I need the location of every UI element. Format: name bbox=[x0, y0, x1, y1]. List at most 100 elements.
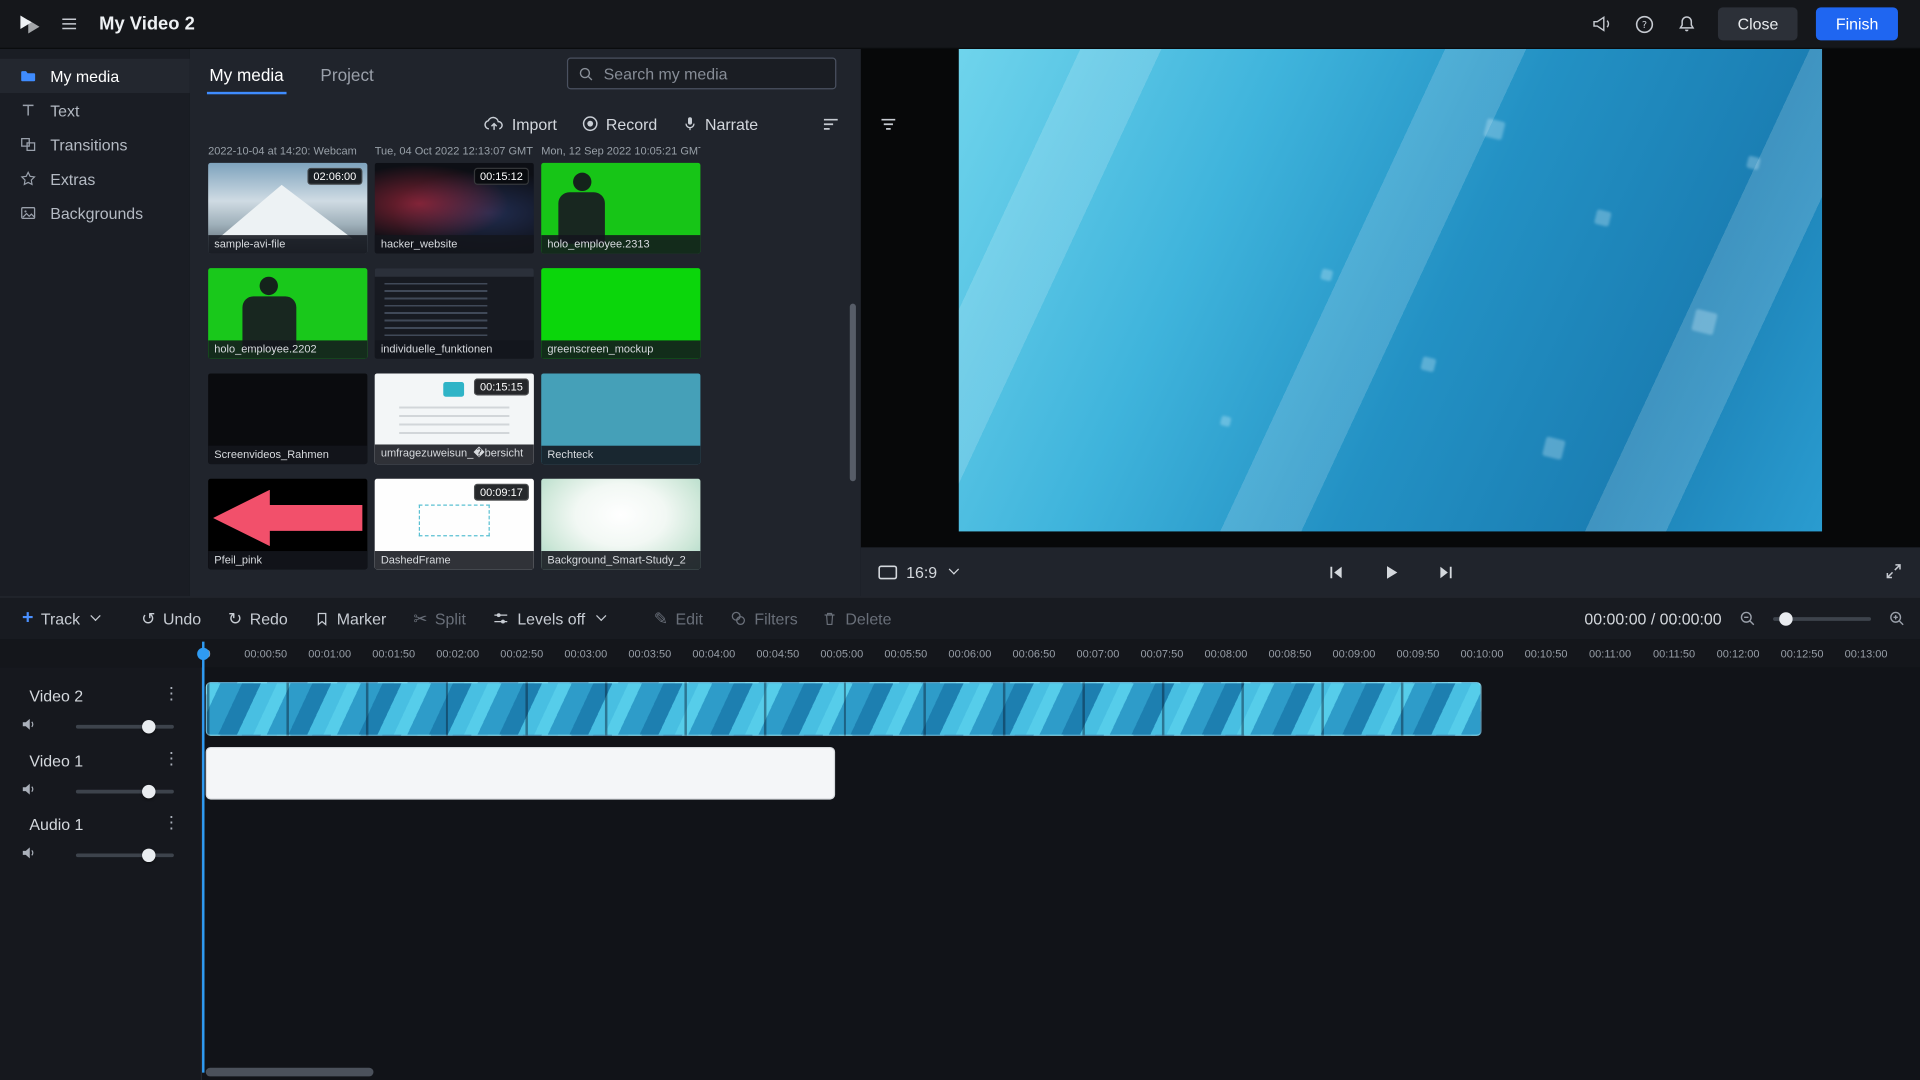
media-item[interactable]: Background_Smart-Study_2 bbox=[541, 479, 700, 570]
speaker-icon[interactable] bbox=[21, 781, 37, 797]
media-item[interactable]: 02:06:00sample-avi-file bbox=[208, 163, 367, 254]
ruler-label: 00:04:00 bbox=[692, 648, 735, 660]
timeline-horizontal-scrollbar[interactable] bbox=[206, 1068, 374, 1077]
sidebar-item-my-media[interactable]: My media bbox=[0, 59, 190, 93]
notifications-bell-icon[interactable] bbox=[1678, 15, 1696, 33]
edit-button[interactable]: ✎ Edit bbox=[654, 609, 703, 627]
clip-video-1[interactable] bbox=[206, 747, 835, 800]
media-search[interactable] bbox=[567, 58, 836, 90]
close-button[interactable]: Close bbox=[1718, 7, 1798, 40]
filters-label: Filters bbox=[754, 609, 797, 627]
track-options-icon[interactable]: ⋮ bbox=[163, 684, 180, 701]
top-bar: My Video 2 ? Close Finish bbox=[0, 0, 1920, 49]
add-track-button[interactable]: + Track bbox=[22, 609, 100, 629]
media-item[interactable]: holo_employee.2202 bbox=[208, 268, 367, 359]
search-input[interactable] bbox=[601, 63, 825, 84]
sparkle bbox=[1220, 415, 1232, 427]
preview-controls: 16:9 bbox=[861, 547, 1920, 596]
group-header: 2022-10-04 at 14:20: Webcam bbox=[208, 144, 367, 156]
zoom-slider[interactable] bbox=[1773, 617, 1871, 621]
split-label: Split bbox=[435, 609, 466, 627]
playhead[interactable] bbox=[202, 642, 204, 1073]
track-options-icon[interactable]: ⋮ bbox=[163, 749, 180, 766]
marker-button[interactable]: Marker bbox=[315, 609, 387, 627]
narrate-button[interactable]: Narrate bbox=[682, 114, 758, 132]
media-item-name: Screenvideos_Rahmen bbox=[208, 446, 367, 464]
zoom-in-icon[interactable] bbox=[1888, 610, 1905, 627]
record-label: Record bbox=[606, 114, 657, 132]
timecode-display: 00:00:00 / 00:00:00 bbox=[1584, 609, 1721, 627]
skip-back-button[interactable] bbox=[1326, 563, 1344, 581]
delete-button[interactable]: Delete bbox=[822, 609, 891, 627]
sidebar-item-label: Backgrounds bbox=[50, 204, 143, 222]
sidebar-item-transitions[interactable]: Transitions bbox=[0, 127, 190, 161]
tab-project[interactable]: Project bbox=[318, 59, 376, 95]
track-options-icon[interactable]: ⋮ bbox=[163, 813, 180, 830]
tab-my-media[interactable]: My media bbox=[207, 59, 286, 95]
media-item[interactable]: Pfeil_pink bbox=[208, 479, 367, 570]
ruler-label: 00:01:50 bbox=[372, 648, 415, 660]
record-button[interactable]: Record bbox=[581, 114, 657, 132]
fullscreen-icon[interactable] bbox=[1884, 562, 1902, 580]
sidebar-item-label: Transitions bbox=[50, 135, 127, 153]
volume-slider-thumb[interactable] bbox=[142, 785, 155, 798]
split-button[interactable]: ✂ Split bbox=[413, 609, 466, 627]
media-item[interactable]: holo_employee.2313 bbox=[541, 163, 700, 254]
media-item-name: sample-avi-file bbox=[208, 235, 367, 253]
media-item-name: holo_employee.2202 bbox=[208, 340, 367, 358]
import-button[interactable]: Import bbox=[484, 114, 557, 132]
undo-label: Undo bbox=[163, 609, 201, 627]
volume-slider-thumb[interactable] bbox=[142, 849, 155, 862]
play-button[interactable] bbox=[1381, 563, 1399, 581]
help-icon[interactable]: ? bbox=[1635, 14, 1655, 34]
media-scrollbar[interactable] bbox=[850, 304, 856, 482]
speaker-icon[interactable] bbox=[21, 716, 37, 732]
ruler-label: 00:11:50 bbox=[1653, 648, 1695, 660]
media-group-headers: 2022-10-04 at 14:20: Webcam Tue, 04 Oct … bbox=[208, 144, 845, 156]
media-item[interactable]: 00:15:15umfragezuweisun_�bersicht bbox=[375, 373, 534, 464]
sidebar-item-text[interactable]: Text bbox=[0, 93, 190, 127]
chevron-down-icon bbox=[596, 611, 606, 621]
sidebar-item-label: Text bbox=[50, 101, 79, 119]
ruler-label: 00:10:50 bbox=[1525, 648, 1568, 660]
ruler-label: 00:01:00 bbox=[308, 648, 351, 660]
zoom-slider-thumb[interactable] bbox=[1779, 612, 1792, 625]
finish-button[interactable]: Finish bbox=[1816, 7, 1898, 40]
sidebar-item-backgrounds[interactable]: Backgrounds bbox=[0, 196, 190, 230]
app-logo-icon[interactable] bbox=[16, 10, 43, 37]
menu-icon[interactable] bbox=[60, 15, 78, 33]
aspect-ratio-button[interactable]: 16:9 bbox=[873, 547, 963, 596]
media-item[interactable]: greenscreen_mockup bbox=[541, 268, 700, 359]
ruler-label: 00:09:00 bbox=[1333, 648, 1376, 660]
media-item[interactable]: 00:15:12hacker_website bbox=[375, 163, 534, 254]
volume-slider[interactable] bbox=[76, 790, 174, 794]
zoom-out-icon[interactable] bbox=[1739, 610, 1756, 627]
announcements-icon[interactable] bbox=[1592, 15, 1612, 33]
levels-button[interactable]: Levels off bbox=[493, 609, 605, 627]
media-item-name: hacker_website bbox=[375, 235, 534, 253]
track-name-video-1: Video 1 bbox=[29, 752, 83, 770]
media-item[interactable]: 00:09:17DashedFrame bbox=[375, 479, 534, 570]
ruler-label: 00:00:50 bbox=[244, 648, 287, 660]
sidebar-item-extras[interactable]: Extras bbox=[0, 162, 190, 196]
project-title[interactable]: My Video 2 bbox=[99, 13, 195, 34]
skip-forward-button[interactable] bbox=[1436, 563, 1454, 581]
speaker-icon[interactable] bbox=[21, 845, 37, 861]
media-item[interactable]: Screenvideos_Rahmen bbox=[208, 373, 367, 464]
media-item[interactable]: Rechteck bbox=[541, 373, 700, 464]
media-item[interactable]: individuelle_funktionen bbox=[375, 268, 534, 359]
redo-button[interactable]: ↻ Redo bbox=[228, 609, 288, 627]
volume-slider[interactable] bbox=[76, 853, 174, 857]
filters-button[interactable]: Filters bbox=[730, 609, 798, 627]
timeline-ruler[interactable]: 000:00:5000:01:0000:01:5000:02:0000:02:5… bbox=[0, 639, 1920, 667]
marker-label: Marker bbox=[337, 609, 387, 627]
sort-icon[interactable] bbox=[822, 114, 840, 132]
delete-label: Delete bbox=[845, 609, 891, 627]
track-name-audio-1: Audio 1 bbox=[29, 816, 83, 834]
undo-button[interactable]: ↺ Undo bbox=[141, 609, 201, 627]
volume-slider[interactable] bbox=[76, 725, 174, 729]
levels-label: Levels off bbox=[517, 609, 585, 627]
filter-icon[interactable] bbox=[879, 114, 897, 132]
volume-slider-thumb[interactable] bbox=[142, 720, 155, 733]
clip-video-2[interactable] bbox=[206, 682, 1482, 736]
